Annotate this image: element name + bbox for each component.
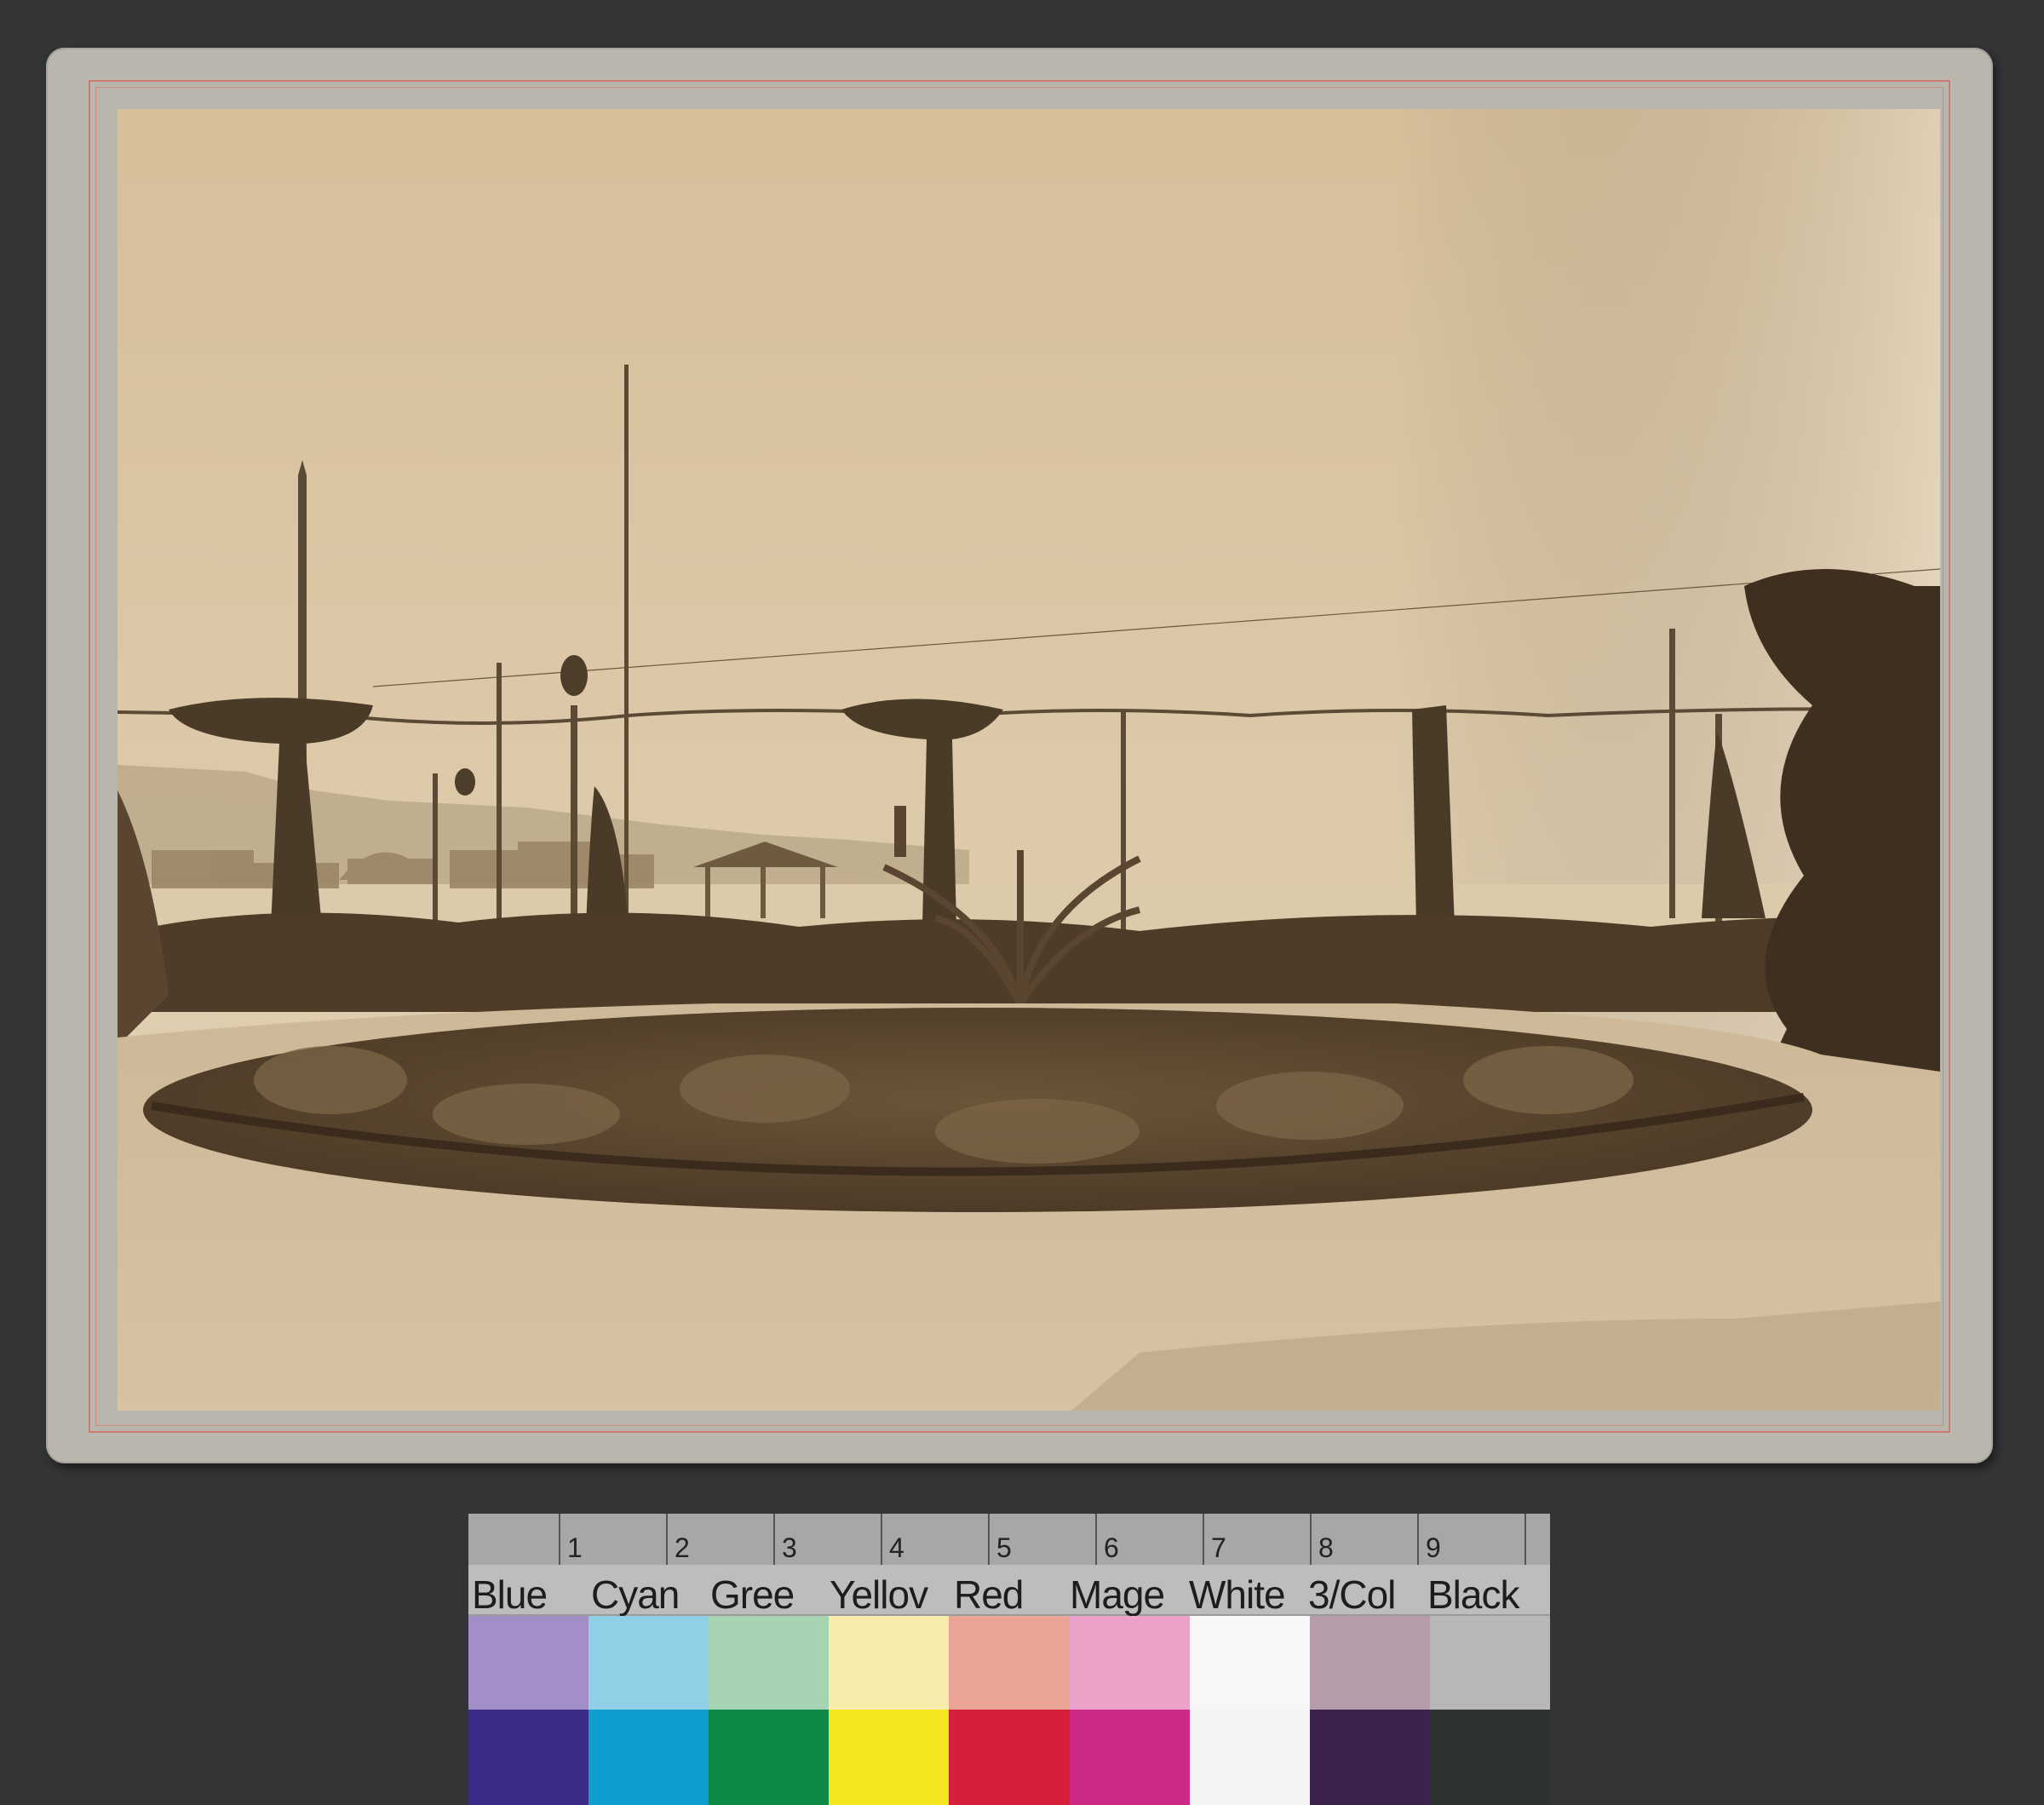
garden-scene	[118, 109, 1940, 1411]
ruler-tick	[666, 1514, 668, 1565]
ruler-number: 2	[675, 1532, 690, 1563]
patch-bottom-4	[949, 1710, 1070, 1805]
patch-label-yellow: Yellov	[830, 1572, 928, 1617]
patch-bottom-3	[829, 1710, 950, 1805]
hedge	[152, 912, 1940, 1012]
patch-top-6	[1189, 1616, 1310, 1710]
sepia-photograph-garden	[118, 109, 1940, 1411]
patch-top-0	[468, 1616, 589, 1710]
patch-label-black: Black	[1427, 1572, 1519, 1617]
patch-bottom-5	[1069, 1710, 1190, 1805]
ruler-tick	[773, 1514, 775, 1565]
patch-top-5	[1069, 1616, 1190, 1710]
ruler-tick	[881, 1514, 882, 1565]
patch-top-4	[949, 1616, 1070, 1710]
patch-top-2	[709, 1616, 830, 1710]
patch-label-cyan: Cyan	[591, 1572, 680, 1617]
ruler-number: 6	[1104, 1532, 1119, 1563]
patch-label-row: Blue Cyan Gree Yellov Red Mage White 3/C…	[468, 1565, 1550, 1617]
patch-bottom-1	[589, 1710, 709, 1805]
ruler-tick	[1417, 1514, 1419, 1565]
ruler-tick	[559, 1514, 560, 1565]
patch-bottom-2	[709, 1710, 830, 1805]
color-checker-card: 1 2 3 4 5 6 7 8 9 Blue Cyan Gree Yellov …	[468, 1514, 1550, 1805]
patch-label-magenta: Mage	[1070, 1572, 1165, 1617]
steamer-funnel	[894, 806, 906, 857]
patch-label-red: Red	[954, 1572, 1024, 1617]
patch-top-7	[1309, 1616, 1430, 1710]
patch-bottom-7	[1309, 1710, 1430, 1805]
ruler-number: 1	[567, 1532, 583, 1563]
ruler-tick	[1095, 1514, 1097, 1565]
patch-bottom-6	[1189, 1710, 1310, 1805]
patch-top-1	[589, 1616, 709, 1710]
ruler-tick	[1524, 1514, 1526, 1565]
patch-top-3	[829, 1616, 950, 1710]
patch-top-8	[1429, 1616, 1550, 1710]
ruler-number: 5	[996, 1532, 1012, 1563]
ruler-tick	[1203, 1514, 1204, 1565]
ruler-tick	[1310, 1514, 1312, 1565]
ruler-number: 3	[782, 1532, 797, 1563]
patch-bottom-8	[1429, 1710, 1550, 1805]
ruler-tick	[988, 1514, 990, 1565]
patch-label-green: Gree	[710, 1572, 795, 1617]
patch-bottom-0	[468, 1710, 589, 1805]
patch-label-white: White	[1189, 1572, 1286, 1617]
ruler-number: 9	[1426, 1532, 1441, 1563]
ruler-scale: 1 2 3 4 5 6 7 8 9	[468, 1514, 1550, 1566]
patch-label-three-color: 3/Col	[1308, 1572, 1396, 1617]
ruler-number: 4	[889, 1532, 904, 1563]
cabinet-card-mount	[46, 48, 1993, 1463]
ruler-number: 8	[1318, 1532, 1334, 1563]
patch-label-blue: Blue	[472, 1572, 548, 1617]
ruler-number: 7	[1211, 1532, 1226, 1563]
